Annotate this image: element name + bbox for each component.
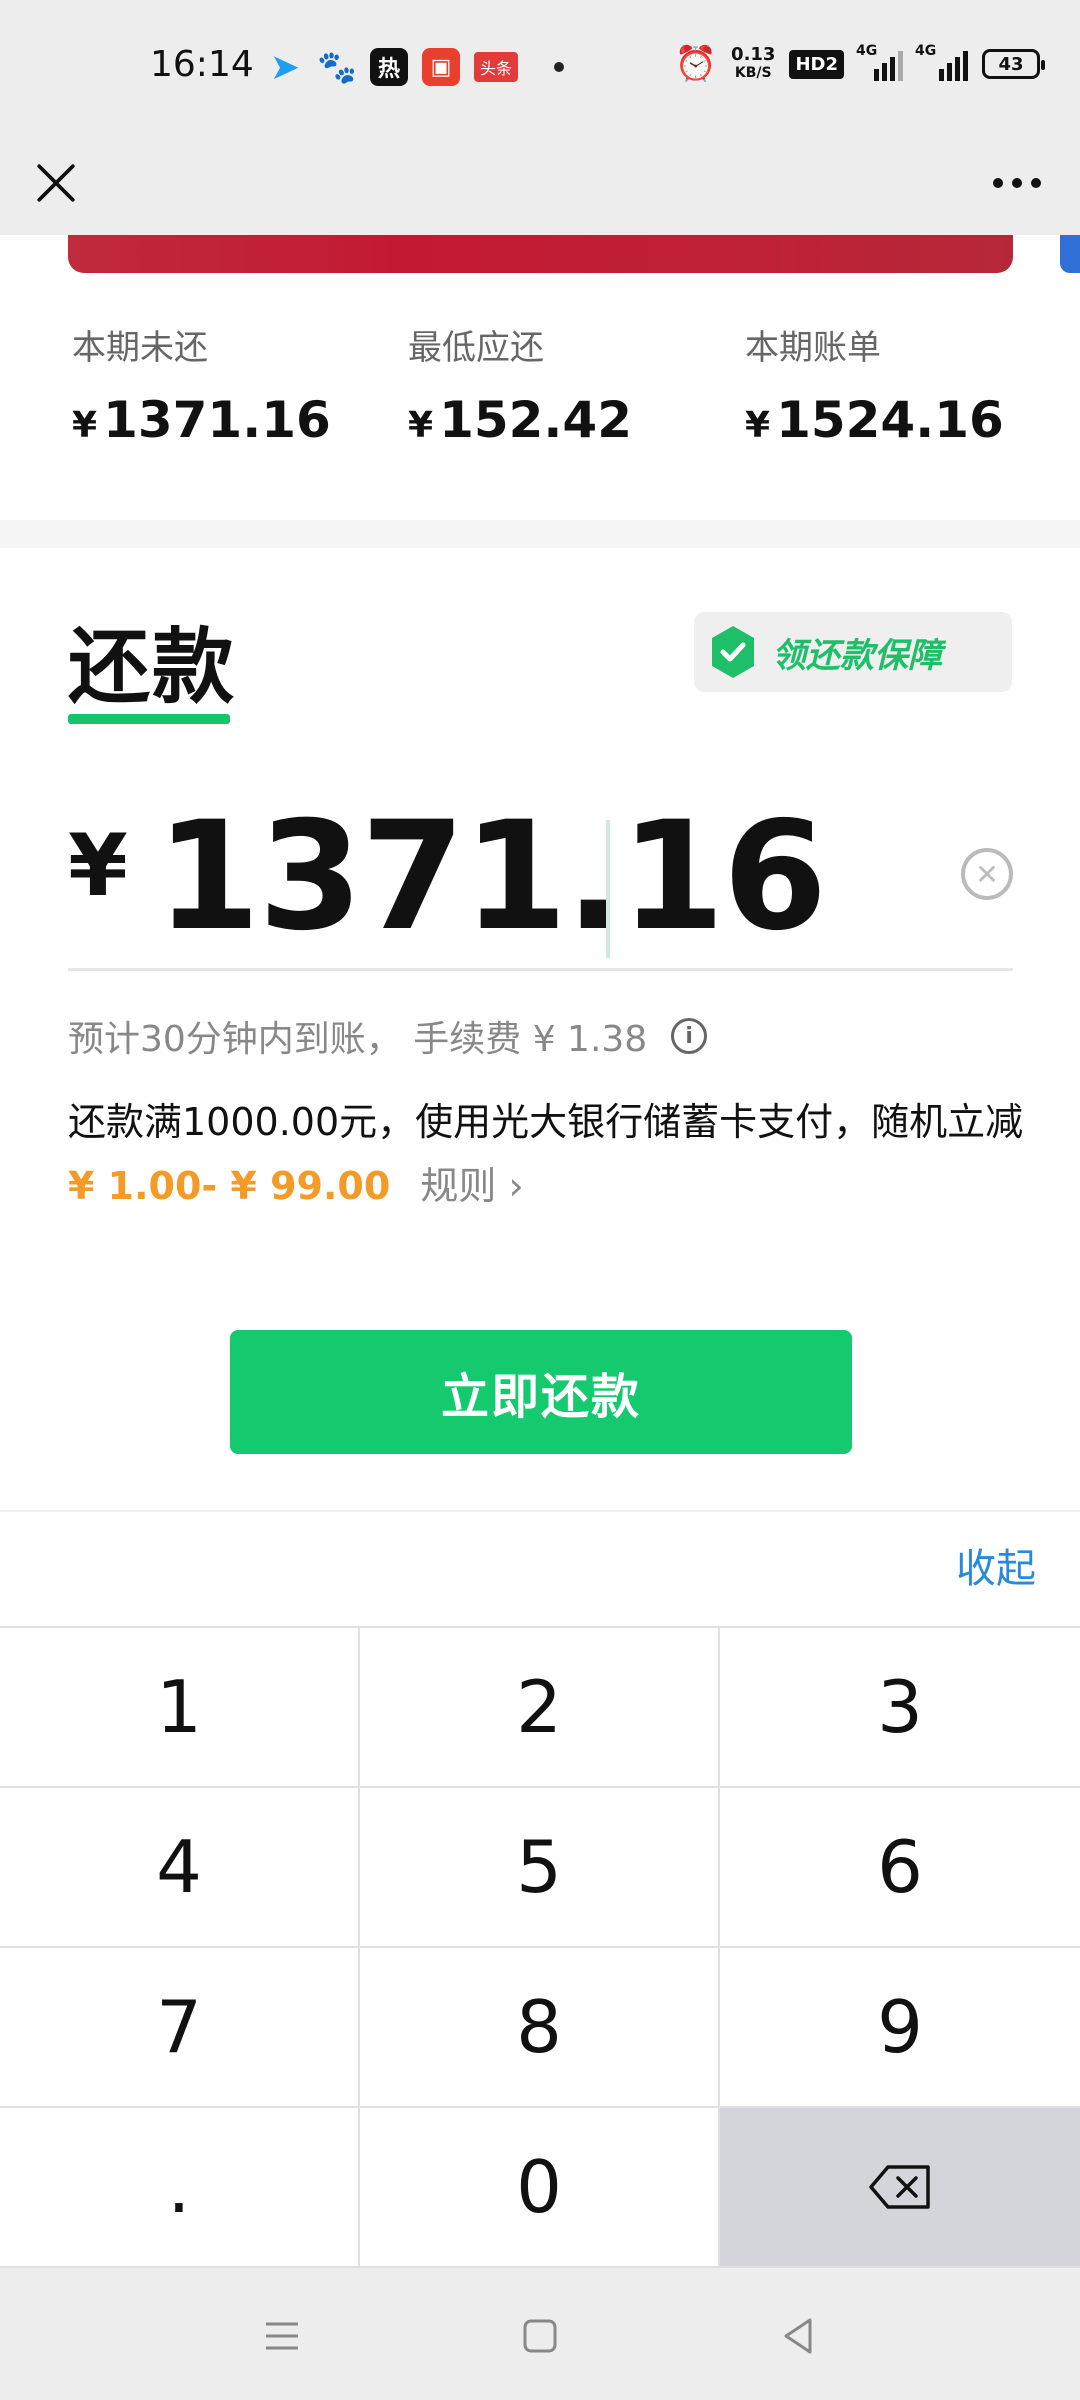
title-bar	[0, 135, 1080, 235]
key-dot[interactable]: .	[0, 2108, 360, 2268]
shield-check-icon	[712, 626, 754, 678]
more-dot-icon	[993, 178, 1003, 188]
system-nav-bar	[0, 2268, 1080, 2400]
amount-input[interactable]: ¥ 1371.16 ✕	[68, 790, 1013, 970]
more-dot-icon	[1012, 178, 1022, 188]
bill-summary: 本期未还 ¥1371.16 最低应还 ¥152.42 本期账单 ¥1524.16	[0, 300, 1080, 520]
more-notifications-dot	[554, 62, 564, 72]
close-button[interactable]	[26, 147, 86, 219]
key-3[interactable]: 3	[720, 1628, 1080, 1788]
clear-icon: ✕	[975, 857, 999, 891]
rules-link[interactable]: 规则 ›	[420, 1164, 523, 1208]
hot-news-icon: 热	[370, 48, 408, 86]
paper-plane-icon: ➤	[269, 46, 301, 88]
alarm-icon: ⏰	[674, 44, 718, 84]
section-divider	[0, 520, 1080, 548]
promo-range: ¥ 1.00- ¥ 99.00	[68, 1164, 391, 1208]
back-nav-button[interactable]	[768, 2306, 828, 2366]
back-triangle-icon	[784, 2318, 812, 2354]
key-4[interactable]: 4	[0, 1788, 360, 1948]
backspace-icon	[869, 2165, 930, 2209]
promo-text: 还款满1000.00元，使用光大银行储蓄卡支付，随机立减 ¥ 1.00- ¥ 9…	[68, 1100, 1024, 1208]
currency-symbol: ¥	[68, 816, 128, 916]
red-app-icon: ▣	[422, 48, 460, 86]
amount-underline	[68, 968, 1013, 971]
keyboard-divider	[0, 1510, 1080, 1512]
baidu-paw-icon: 🐾	[317, 48, 357, 86]
arrival-fee-info: 预计30分钟内到账， 手续费 ¥ 1.38 i	[68, 1010, 708, 1062]
network-speed: 0.13 KB/S	[731, 44, 776, 82]
next-card-edge[interactable]	[1060, 235, 1080, 273]
home-square-icon	[523, 2319, 557, 2353]
text-caret	[606, 820, 610, 958]
key-2[interactable]: 2	[360, 1628, 720, 1788]
battery-icon: 43	[982, 49, 1045, 79]
summary-minimum: 最低应还 ¥152.42	[408, 328, 633, 449]
credit-card-bottom[interactable]	[68, 235, 1013, 273]
system-icons: ⏰ 0.13 KB/S HD2 4G 4G 43	[674, 43, 1045, 84]
info-icon[interactable]: i	[671, 1018, 708, 1054]
key-1[interactable]: 1	[0, 1628, 360, 1788]
status-bar: 16:14 ➤ 🐾 热 ▣ 头条 ⏰ 0.13 KB/S HD2 4G 4G 4…	[0, 0, 1080, 135]
menu-nav-button[interactable]	[252, 2306, 312, 2366]
menu-icon	[266, 2322, 298, 2350]
summary-unpaid: 本期未还 ¥1371.16	[72, 328, 331, 449]
chevron-right-icon: ›	[508, 1164, 524, 1208]
amount-value: 1371.16	[156, 790, 827, 964]
pay-now-button[interactable]: 立即还款	[230, 1330, 852, 1454]
more-dot-icon	[1031, 178, 1041, 188]
repayment-guarantee-button[interactable]: 领还款保障	[694, 612, 1012, 692]
signal-icon-2: 4G	[915, 43, 968, 81]
summary-statement: 本期账单 ¥1524.16	[745, 328, 1004, 449]
key-9[interactable]: 9	[720, 1948, 1080, 2108]
clear-input-button[interactable]: ✕	[961, 848, 1013, 900]
status-time: 16:14	[150, 44, 254, 85]
more-options-button[interactable]	[982, 147, 1052, 219]
home-nav-button[interactable]	[510, 2306, 570, 2366]
key-8[interactable]: 8	[360, 1948, 720, 2108]
collapse-keyboard-button[interactable]: 收起	[956, 1536, 1036, 1594]
key-6[interactable]: 6	[720, 1788, 1080, 1948]
repay-title: 还款	[68, 620, 237, 715]
key-5[interactable]: 5	[360, 1788, 720, 1948]
close-icon	[37, 164, 75, 202]
repay-title-underline	[68, 714, 230, 724]
key-0[interactable]: 0	[360, 2108, 720, 2268]
signal-icon: 4G	[856, 43, 903, 81]
toutiao-icon: 头条	[474, 52, 518, 82]
numeric-keypad: 1 2 3 4 5 6 7 8 9 . 0	[0, 1626, 1080, 2268]
backspace-key[interactable]	[720, 2108, 1080, 2268]
key-7[interactable]: 7	[0, 1948, 360, 2108]
notification-icons: ➤ 🐾 热 ▣ 头条	[266, 46, 564, 88]
hd-voice-icon: HD2	[789, 49, 844, 79]
